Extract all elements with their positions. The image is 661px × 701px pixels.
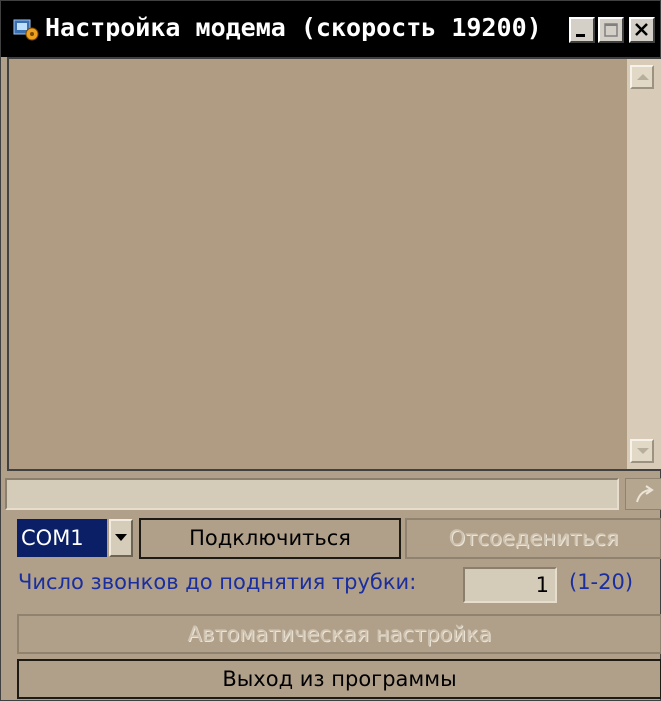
connect-button[interactable]: Подключиться bbox=[139, 518, 401, 559]
send-command-button[interactable] bbox=[625, 478, 661, 510]
disconnect-button[interactable]: Отсоедениться bbox=[405, 518, 661, 559]
com-port-select[interactable]: COM1 bbox=[17, 519, 107, 557]
log-scrollbar[interactable] bbox=[627, 59, 661, 469]
com-port-dropdown-button[interactable] bbox=[109, 519, 133, 557]
rings-range-label: (1-20) bbox=[569, 570, 634, 594]
auto-configure-button-label: Автоматическая настройка bbox=[187, 622, 492, 646]
chevron-up-icon bbox=[637, 74, 649, 80]
modem-app-icon bbox=[11, 14, 39, 42]
disconnect-button-label: Отсоедениться bbox=[448, 526, 619, 550]
close-icon bbox=[635, 23, 648, 36]
send-arrow-icon bbox=[636, 485, 654, 503]
connect-button-label: Подключиться bbox=[189, 526, 351, 550]
modem-settings-window: Настройка модема (скорость 19200) COM1 П… bbox=[0, 0, 661, 701]
window-title: Настройка модема (скорость 19200) bbox=[45, 13, 542, 42]
minimize-button[interactable] bbox=[569, 17, 595, 43]
chevron-down-icon bbox=[115, 534, 127, 541]
maximize-button[interactable] bbox=[598, 17, 624, 43]
auto-configure-button[interactable]: Автоматическая настройка bbox=[17, 614, 661, 654]
maximize-icon bbox=[604, 23, 618, 37]
scroll-up-button[interactable] bbox=[630, 65, 654, 89]
exit-button[interactable]: Выход из программы bbox=[17, 659, 661, 699]
close-button[interactable] bbox=[629, 17, 655, 43]
log-output[interactable] bbox=[7, 57, 661, 471]
command-input[interactable] bbox=[5, 478, 619, 510]
rings-count-input[interactable]: 1 bbox=[463, 567, 557, 603]
title-bar[interactable]: Настройка модема (скорость 19200) bbox=[1, 1, 660, 57]
rings-label: Число звонков до поднятия трубки: bbox=[18, 570, 417, 594]
scroll-down-button[interactable] bbox=[630, 439, 654, 463]
minimize-icon bbox=[576, 34, 585, 37]
exit-button-label: Выход из программы bbox=[222, 667, 457, 691]
chevron-down-icon bbox=[637, 448, 649, 454]
